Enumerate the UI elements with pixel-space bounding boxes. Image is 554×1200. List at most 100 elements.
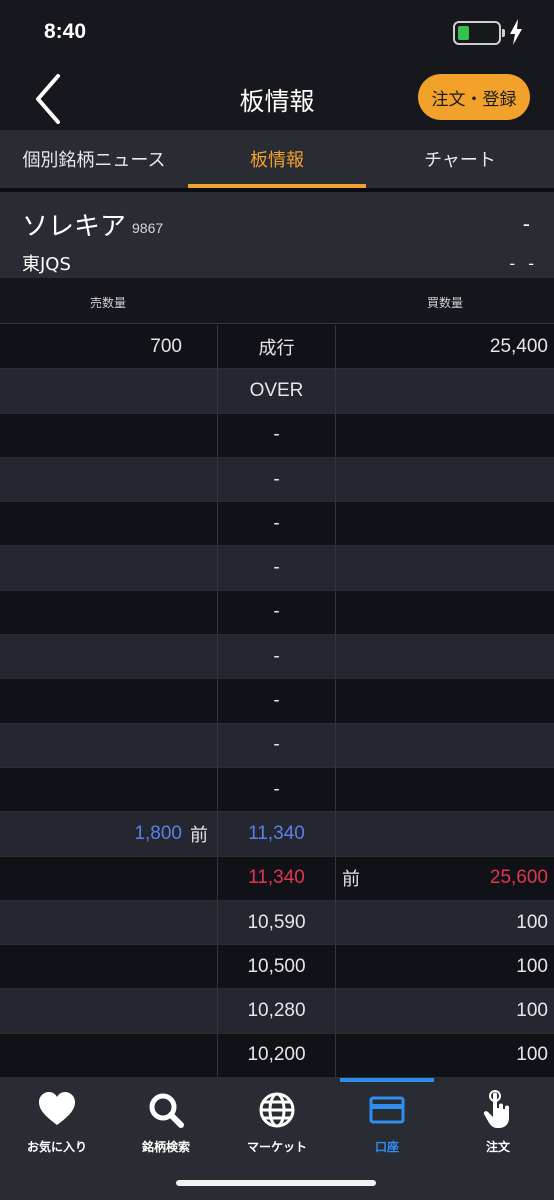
price-cell: 10,590 [217, 900, 336, 945]
nav-account[interactable]: 口座 [332, 1086, 442, 1162]
status-bar: 8:40 [0, 0, 554, 66]
sell-qty-cell [0, 591, 182, 634]
nav-order[interactable]: 注文 [443, 1086, 553, 1162]
price-cell: - [217, 502, 336, 546]
board-row[interactable]: - [0, 546, 554, 591]
tab-bar: 個別銘柄ニュース 板情報 チャート [0, 130, 554, 188]
board-row[interactable]: OVER [0, 369, 554, 414]
nav-label: 注文 [485, 1140, 510, 1154]
buy-qty-cell: 100 [516, 1044, 548, 1066]
board-row[interactable]: - [0, 413, 554, 458]
sell-qty-cell [0, 679, 182, 722]
order-register-button[interactable]: 注文・登録 [418, 74, 530, 120]
sell-qty-cell: 1,800 [134, 822, 182, 844]
charging-bolt-icon [510, 19, 522, 45]
stock-price: - [522, 212, 530, 236]
search-icon [149, 1093, 184, 1128]
sell-qty-cell [0, 768, 182, 811]
tab-order-board[interactable]: 板情報 [188, 130, 366, 188]
card-icon [369, 1096, 405, 1124]
board-row[interactable]: 700 成行 25,400 [0, 325, 554, 370]
buy-qty-cell: 100 [516, 1000, 548, 1022]
hand-pointer-icon [483, 1090, 509, 1128]
board-row[interactable]: 10,200 100 [0, 1033, 554, 1079]
sell-qty-cell [0, 989, 182, 1032]
buy-qty-cell: 25,600 [489, 867, 548, 889]
board-row[interactable]: - [0, 679, 554, 724]
price-cell: 10,500 [217, 945, 336, 989]
board-row[interactable]: - [0, 502, 554, 547]
sell-qty-cell [0, 502, 182, 545]
board-row[interactable]: 10,280 100 [0, 989, 554, 1034]
buy-qty-cell [336, 591, 548, 634]
buy-qty-cell: 100 [516, 911, 548, 933]
price-cell: 11,340 [217, 812, 336, 856]
price-cell: - [217, 413, 336, 457]
board-row[interactable]: 1,800 前 11,340 [0, 812, 554, 857]
board-row[interactable]: 11,340 前 25,600 [0, 856, 554, 901]
stock-code: 9867 [132, 220, 164, 236]
sell-qty-cell [0, 546, 182, 589]
buy-qty-header: 買数量 [426, 296, 463, 310]
nav-favorites[interactable]: お気に入り [2, 1086, 112, 1162]
nav-bar: 板情報 注文・登録 [0, 66, 554, 130]
buy-qty-cell [336, 812, 548, 855]
buy-qty-cell [336, 635, 548, 678]
sell-qty-cell [0, 901, 182, 944]
sell-qty-cell [0, 857, 182, 900]
heart-icon [39, 1092, 75, 1125]
board-row[interactable]: - [0, 635, 554, 680]
sell-qty-cell [0, 724, 182, 767]
buy-qty-cell [336, 546, 548, 589]
sell-prev-mark: 前 [190, 824, 208, 846]
board-row[interactable]: - [0, 457, 554, 503]
globe-icon [259, 1092, 295, 1128]
price-cell: 10,280 [217, 989, 336, 1033]
price-cell: - [217, 635, 336, 679]
board-header: 売数量 買数量 [0, 278, 554, 324]
tab-stock-news[interactable]: 個別銘柄ニュース [0, 130, 188, 188]
nav-label: マーケット [246, 1140, 307, 1154]
buy-qty-cell [336, 502, 548, 545]
stock-market: 東JQS [22, 254, 71, 275]
sell-qty-cell [0, 1034, 182, 1077]
price-cell: - [217, 457, 336, 502]
battery-tip [502, 29, 505, 37]
nav-label: 銘柄検索 [141, 1140, 190, 1154]
price-cell: 11,340 [217, 856, 336, 900]
sell-qty-cell [0, 635, 182, 678]
board-row[interactable]: 10,590 100 [0, 900, 554, 946]
board-row[interactable]: - [0, 590, 554, 636]
nav-label: 口座 [374, 1140, 399, 1154]
buy-qty-cell [336, 458, 548, 501]
sell-qty-cell [0, 414, 182, 457]
board-row[interactable]: 10,500 100 [0, 945, 554, 990]
price-cell: 10,200 [217, 1033, 336, 1078]
buy-qty-cell [336, 369, 548, 412]
price-cell: - [217, 679, 336, 723]
nav-stock-search[interactable]: 銘柄検索 [111, 1086, 221, 1162]
price-cell: OVER [217, 369, 336, 413]
board-row[interactable]: - [0, 723, 554, 768]
stock-change: - - [509, 254, 538, 273]
buy-qty-cell [336, 768, 548, 811]
price-cell: - [217, 723, 336, 767]
stock-name: ソレキア [22, 212, 127, 242]
sell-qty-cell [0, 945, 182, 988]
nav-label: お気に入り [26, 1140, 87, 1154]
sell-qty-cell: 700 [150, 335, 182, 357]
buy-qty-cell [336, 414, 548, 457]
board-row[interactable]: - [0, 767, 554, 813]
buy-qty-cell: 100 [516, 955, 548, 977]
sell-qty-cell [0, 458, 182, 501]
buy-qty-cell [336, 679, 548, 722]
stock-info: ソレキア 9867 東JQS - - - [0, 192, 554, 278]
nav-market[interactable]: マーケット [222, 1086, 332, 1162]
active-nav-indicator [340, 1078, 434, 1082]
price-cell: 成行 [217, 325, 336, 369]
order-board[interactable]: 700 成行 25,400 OVER - - - - - - - - -1,800 前 11,340 11,3… [0, 325, 554, 1079]
price-cell: - [217, 767, 336, 812]
tab-chart[interactable]: チャート [366, 130, 554, 188]
buy-qty-cell: 25,400 [489, 335, 548, 357]
battery-icon [453, 21, 501, 45]
